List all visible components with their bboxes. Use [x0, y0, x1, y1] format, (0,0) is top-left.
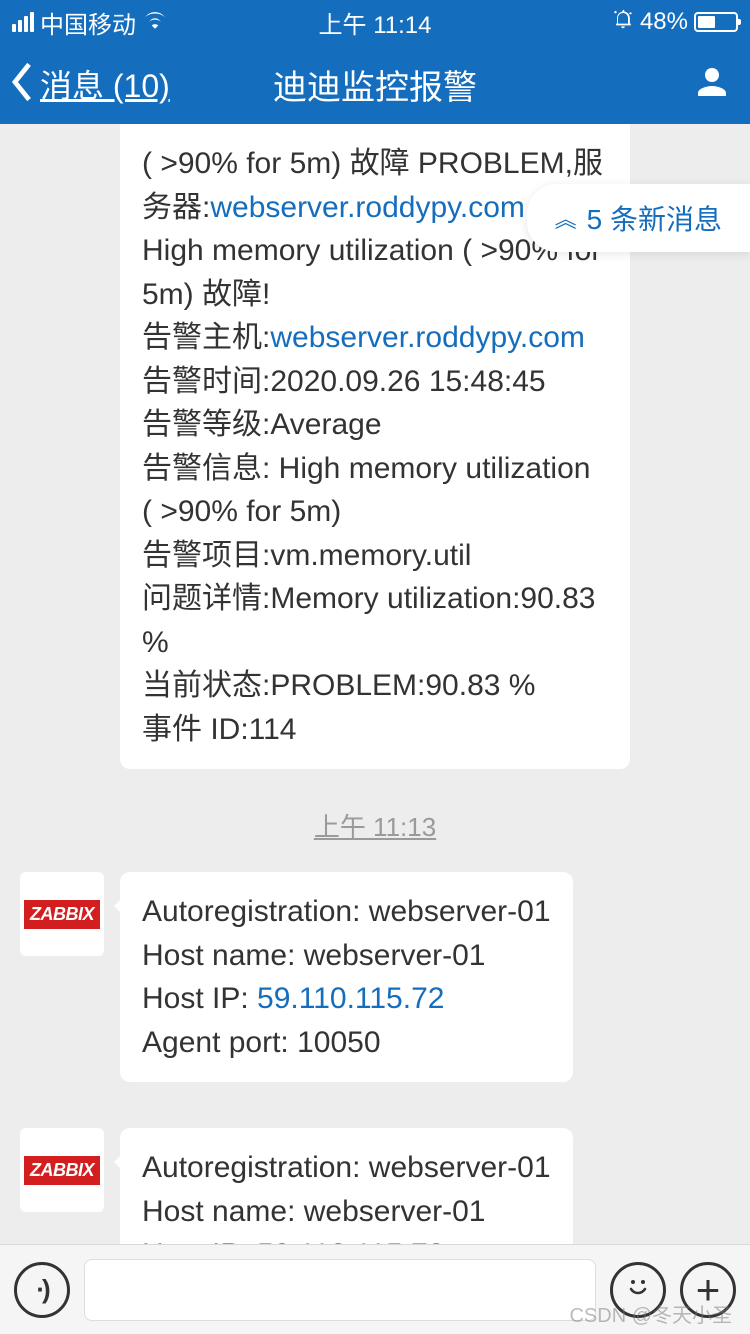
timestamp: 上午 11:13: [0, 807, 750, 844]
chevron-left-icon: [8, 62, 36, 107]
back-button[interactable]: 消息 (10): [8, 61, 170, 107]
zabbix-logo: ZABBIX: [24, 1156, 100, 1185]
chevron-up-icon: ︽: [555, 202, 577, 234]
message-input[interactable]: [84, 1259, 596, 1321]
nav-bar: 消息 (10) 迪迪监控报警: [0, 44, 750, 124]
alarm-icon: [612, 8, 634, 37]
banner-text: 5 条新消息: [587, 198, 722, 238]
voice-input-button[interactable]: ·): [14, 1262, 70, 1318]
watermark: CSDN @冬天小圣: [569, 1299, 732, 1328]
status-time: 上午 11:14: [319, 5, 432, 40]
back-label: 消息 (10): [40, 61, 170, 107]
carrier-label: 中国移动: [40, 5, 136, 40]
avatar[interactable]: ZABBIX: [20, 872, 104, 956]
status-left: 中国移动: [12, 5, 168, 40]
status-bar: 中国移动 上午 11:14 48%: [0, 0, 750, 44]
sound-wave-icon: ·): [36, 1274, 47, 1305]
signal-icon: [12, 12, 34, 32]
avatar[interactable]: ZABBIX: [20, 1128, 104, 1212]
status-right: 48%: [612, 8, 738, 37]
profile-button[interactable]: [692, 62, 732, 107]
battery-icon: [694, 12, 738, 32]
wifi-icon: [142, 8, 168, 36]
page-title: 迪迪监控报警: [273, 60, 477, 109]
message-row: ZABBIX Autoregistration: webserver-01Hos…: [0, 1120, 750, 1244]
message-bubble[interactable]: Autoregistration: webserver-01Host name:…: [120, 872, 573, 1082]
chat-area[interactable]: ︽ 5 条新消息 ( >90% for 5m) 故障 PROBLEM,服务器:w…: [0, 124, 750, 1244]
message-bubble[interactable]: Autoregistration: webserver-01Host name:…: [120, 1128, 573, 1244]
zabbix-logo: ZABBIX: [24, 900, 100, 929]
new-messages-banner[interactable]: ︽ 5 条新消息: [527, 184, 750, 252]
message-row: ZABBIX Autoregistration: webserver-01Hos…: [0, 864, 750, 1090]
battery-pct: 48%: [640, 8, 688, 36]
